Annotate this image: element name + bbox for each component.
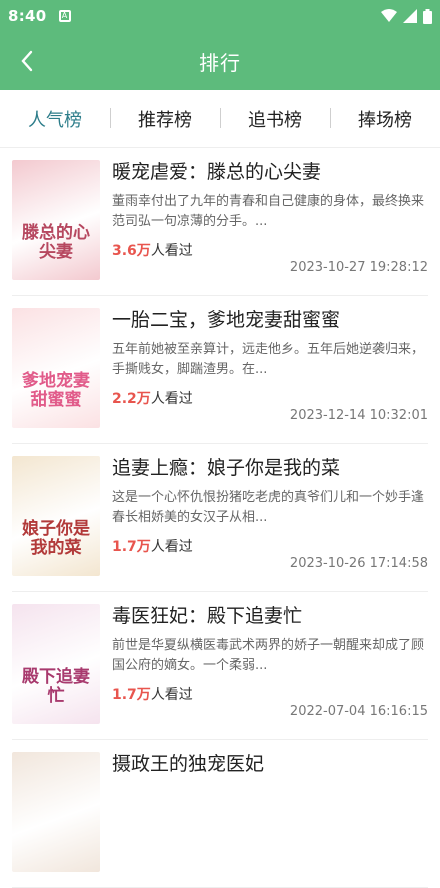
book-title: 暖宠虐爱：滕总的心尖妻 (112, 161, 322, 183)
status-bar: 8:40 A (0, 0, 440, 32)
notification-icon: A (58, 10, 71, 22)
back-button[interactable] (10, 44, 44, 78)
book-description: 前世是华夏纵横医毒武术两界的娇子一朝醒来却成了顾国公府的嫡女。一个柔弱... (112, 638, 425, 673)
battery-icon (423, 8, 432, 24)
book-cover[interactable]: 殿下追妻忙 (12, 604, 100, 724)
status-time: 8:40 (8, 7, 47, 25)
read-suffix: 人看过 (150, 243, 193, 259)
cover-title-art: 滕总的心尖妻 (22, 223, 90, 262)
list-item[interactable]: 滕总的心尖妻 暖宠虐爱：滕总的心尖妻 董雨幸付出了九年的青春和自己健康的身体，最… (12, 148, 428, 296)
tab-recommended[interactable]: 推荐榜 (110, 106, 220, 132)
app-bar: 排行 (0, 32, 440, 90)
cover-title-art: 娘子你是我的菜 (22, 519, 90, 558)
book-title: 一胎二宝，爹地宠妻甜蜜蜜 (112, 309, 341, 331)
read-stat: 2.2万人看过 (112, 388, 428, 408)
read-count: 2.2万 (112, 391, 151, 407)
book-description: 这是一个心怀仇恨扮猪吃老虎的真爷们儿和一个妙手逢春长相娇美的女汉子从相... (112, 490, 425, 525)
book-description: 董雨幸付出了九年的青春和自己健康的身体，最终换来范司弘一句凉薄的分手。... (112, 194, 425, 229)
book-cover[interactable]: 娘子你是我的菜 (12, 456, 100, 576)
read-stat: 1.7万人看过 (112, 684, 428, 704)
signal-icon (403, 9, 417, 23)
ranking-tabs: 人气榜 推荐榜 追书榜 捧场榜 (0, 90, 440, 148)
book-info: 摄政王的独宠医妃 (112, 750, 428, 778)
wifi-icon (381, 9, 397, 22)
book-info: 毒医狂妃：殿下追妻忙 前世是华夏纵横医毒武术两界的娇子一朝醒来却成了顾国公府的嫡… (112, 602, 428, 704)
read-suffix: 人看过 (150, 539, 193, 555)
read-count: 1.7万 (112, 539, 151, 555)
cover-title-art: 爹地宠妻甜蜜蜜 (22, 371, 90, 410)
page-title: 排行 (199, 50, 241, 75)
book-title: 追妻上瘾：娘子你是我的菜 (112, 457, 341, 479)
list-item[interactable]: 娘子你是我的菜 追妻上瘾：娘子你是我的菜 这是一个心怀仇恨扮猪吃老虎的真爷们儿和… (12, 444, 428, 592)
read-stat: 1.7万人看过 (112, 536, 428, 556)
update-time: 2023-10-27 19:28:12 (289, 260, 428, 275)
book-cover[interactable] (12, 752, 100, 872)
book-cover[interactable]: 滕总的心尖妻 (12, 160, 100, 280)
book-title: 摄政王的独宠医妃 (112, 753, 265, 775)
update-time: 2023-12-14 10:32:01 (289, 408, 428, 423)
list-item[interactable]: 殿下追妻忙 毒医狂妃：殿下追妻忙 前世是华夏纵横医毒武术两界的娇子一朝醒来却成了… (12, 592, 428, 740)
list-item[interactable]: 爹地宠妻甜蜜蜜 一胎二宝，爹地宠妻甜蜜蜜 五年前她被至亲算计，远走他乡。五年后她… (12, 296, 428, 444)
book-title: 毒医狂妃：殿下追妻忙 (112, 605, 303, 627)
tab-support[interactable]: 捧场榜 (330, 106, 440, 132)
book-info: 追妻上瘾：娘子你是我的菜 这是一个心怀仇恨扮猪吃老虎的真爷们儿和一个妙手逢春长相… (112, 454, 428, 556)
read-count: 1.7万 (112, 687, 151, 703)
status-icons (381, 8, 432, 24)
chevron-left-icon (21, 50, 33, 72)
book-cover[interactable]: 爹地宠妻甜蜜蜜 (12, 308, 100, 428)
tab-following[interactable]: 追书榜 (220, 106, 330, 132)
book-description: 五年前她被至亲算计，远走他乡。五年后她逆袭归来，手撕贱女，脚踹渣男。在... (112, 342, 425, 377)
read-suffix: 人看过 (150, 391, 193, 407)
list-item[interactable]: 摄政王的独宠医妃 (12, 740, 428, 888)
book-info: 一胎二宝，爹地宠妻甜蜜蜜 五年前她被至亲算计，远走他乡。五年后她逆袭归来，手撕贱… (112, 306, 428, 408)
update-time: 2022-07-04 16:16:15 (289, 704, 428, 719)
book-info: 暖宠虐爱：滕总的心尖妻 董雨幸付出了九年的青春和自己健康的身体，最终换来范司弘一… (112, 158, 428, 260)
read-count: 3.6万 (112, 243, 151, 259)
tab-popular[interactable]: 人气榜 (0, 106, 110, 132)
update-time: 2023-10-26 17:14:58 (289, 556, 428, 571)
read-suffix: 人看过 (150, 687, 193, 703)
cover-title-art: 殿下追妻忙 (22, 667, 90, 706)
read-stat: 3.6万人看过 (112, 240, 428, 260)
book-list: 滕总的心尖妻 暖宠虐爱：滕总的心尖妻 董雨幸付出了九年的青春和自己健康的身体，最… (0, 148, 440, 888)
